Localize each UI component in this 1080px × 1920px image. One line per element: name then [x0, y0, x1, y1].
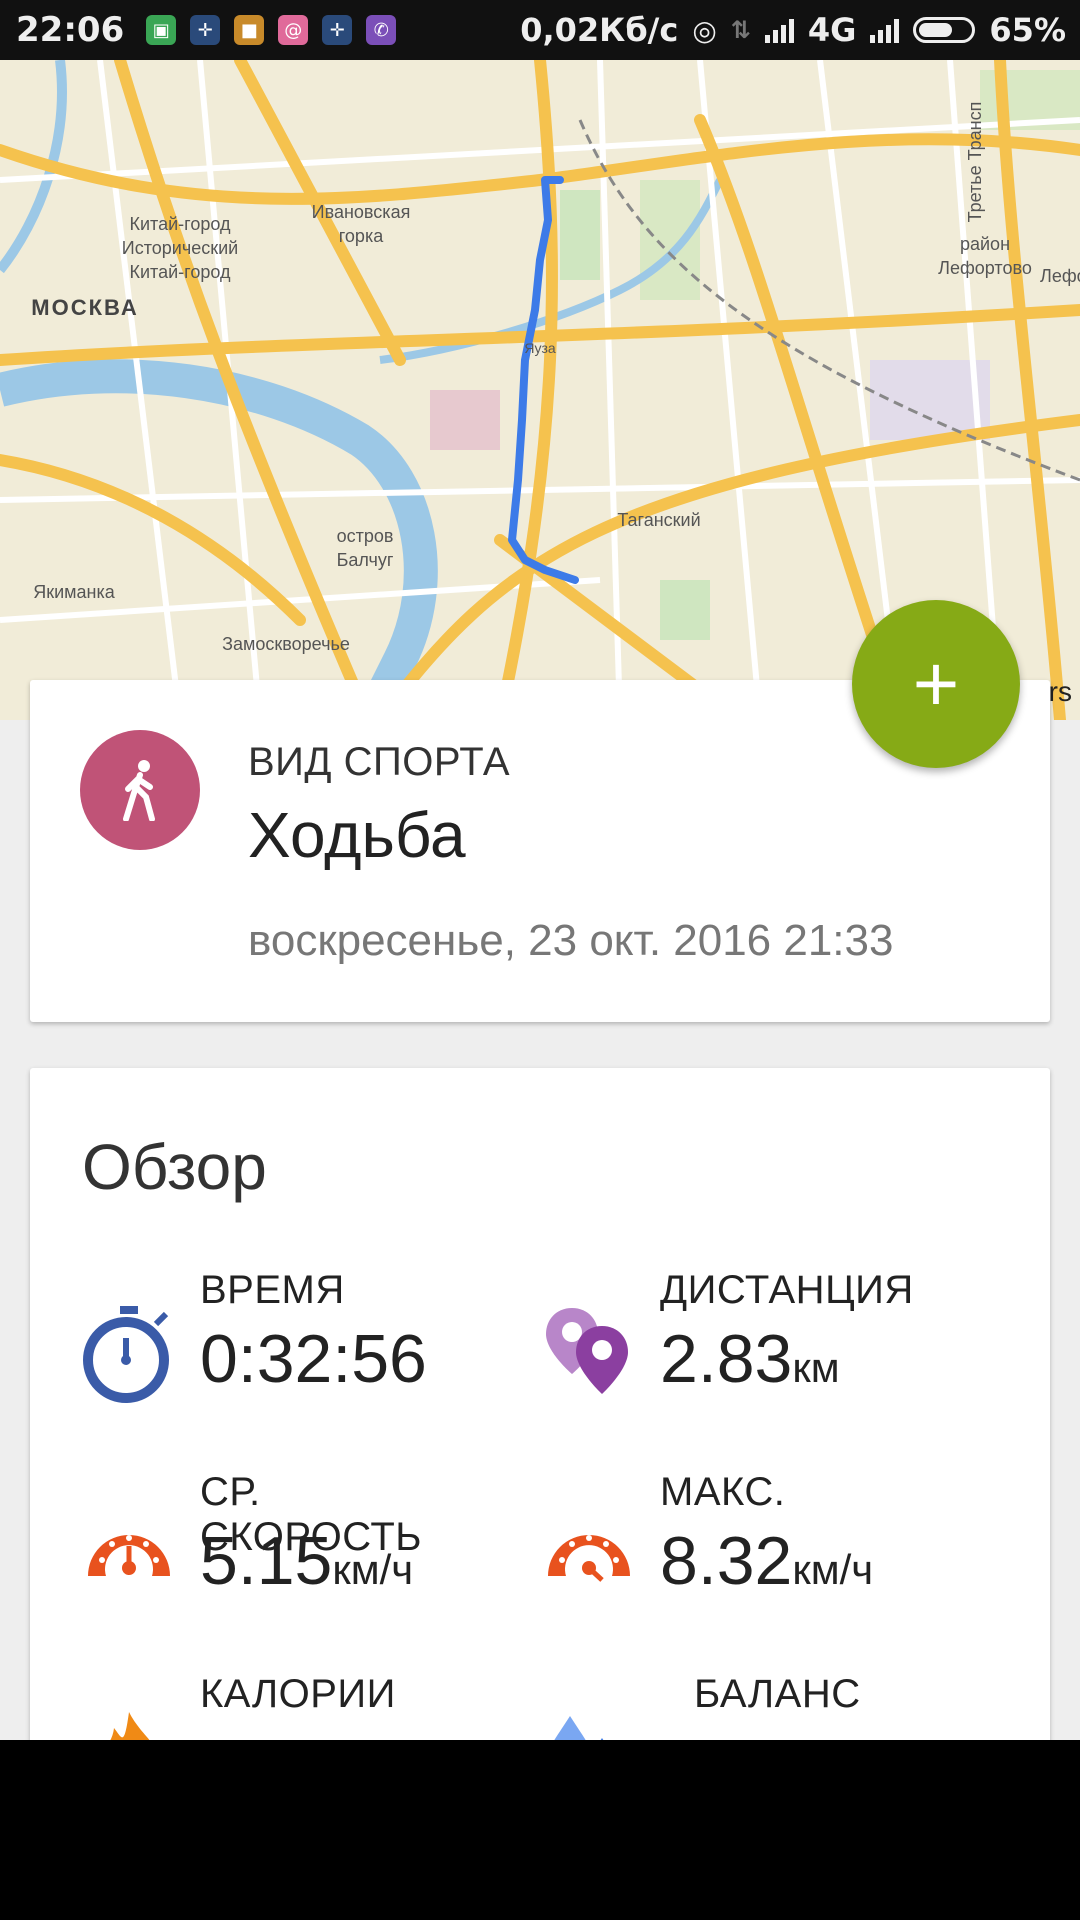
- stat-avg-speed: СР. СКОРОСТЬ 5.15км/ч: [30, 1470, 490, 1650]
- satellite-icon: ✛: [322, 15, 353, 45]
- stat-time-label: ВРЕМЯ: [200, 1268, 345, 1312]
- map-label-moskva: МОСКВА: [31, 295, 139, 320]
- stat-max-speed-label: МАКС.: [660, 1470, 786, 1514]
- speedometer-icon: [88, 1534, 170, 1576]
- signal-icon: [870, 17, 900, 43]
- notification-icons: ▣ ✛ ■ @ ✛ ✆: [146, 15, 397, 45]
- map-label-yakimanka: Якиманка: [33, 582, 115, 602]
- map-label-zamoskvorechye: Замоскворечье: [222, 634, 350, 654]
- stat-max-speed-number: 8.32: [660, 1523, 793, 1599]
- stat-balance-label: БАЛАНС: [694, 1672, 861, 1716]
- status-bar: 22:06 ▣ ✛ ■ @ ✛ ✆ 0,02Кб/с ◎ ⇅ 4G 65%: [0, 0, 1080, 60]
- stopwatch-icon: [83, 1306, 169, 1403]
- map-label-ivanovskaya: Ивановская горка: [311, 202, 411, 246]
- navigation-bar: [0, 1740, 1080, 1920]
- map-label-lefo-edge: Лефо: [1040, 266, 1080, 286]
- status-time: 22:06: [16, 10, 125, 50]
- stat-calories-label: КАЛОРИИ: [200, 1672, 396, 1716]
- app-icon: ■: [234, 15, 265, 45]
- signal-icon: [764, 17, 794, 43]
- stat-time: ВРЕМЯ 0:32:56: [30, 1268, 490, 1448]
- network-type: 4G: [807, 11, 857, 49]
- battery-percent: 65%: [989, 11, 1066, 49]
- net-speed: 0,02Кб/с: [520, 11, 679, 49]
- stat-time-value: 0:32:56: [200, 1320, 427, 1398]
- stat-time-number: 0:32:56: [200, 1321, 427, 1397]
- stat-distance-number: 2.83: [660, 1321, 793, 1397]
- stat-distance-value: 2.83км: [660, 1320, 840, 1398]
- stat-avg-speed-unit: км/ч: [332, 1546, 414, 1593]
- data-arrows-icon: ⇅: [730, 16, 751, 44]
- stat-avg-speed-value: 5.15км/ч: [200, 1522, 413, 1600]
- plus-icon: +: [912, 639, 960, 728]
- stat-distance-unit: км: [792, 1344, 840, 1391]
- hotspot-icon: ◎: [692, 13, 717, 47]
- add-button[interactable]: +: [852, 600, 1020, 768]
- map-label-taganskiy: Таганский: [617, 510, 701, 530]
- stat-max-speed-value: 8.32км/ч: [660, 1522, 873, 1600]
- sport-type-label: ВИД СПОРТА: [248, 740, 511, 784]
- sport-type-value: Ходьба: [248, 799, 466, 871]
- speedometer-icon: [548, 1534, 630, 1582]
- workout-datetime: воскресенье, 23 окт. 2016 21:33: [248, 916, 894, 965]
- walking-person-icon: [123, 760, 155, 821]
- stat-max-speed-unit: км/ч: [792, 1546, 874, 1593]
- overview-title: Обзор: [82, 1131, 267, 1203]
- lock-icon: ▣: [146, 15, 177, 45]
- map-label-kitay-gorod: Китай-город Исторический Китай-город: [121, 214, 239, 282]
- stat-max-speed: МАКС. 8.32км/ч: [490, 1470, 950, 1650]
- stat-distance-label: ДИСТАНЦИЯ: [660, 1268, 914, 1312]
- map-attribution: rs: [1048, 676, 1072, 707]
- map-label-ostrov: остров Балчуг: [336, 526, 394, 570]
- battery-icon: [913, 17, 976, 43]
- map-label-yauza: Яуза: [524, 340, 556, 356]
- stat-distance: ДИСТАНЦИЯ 2.83км: [490, 1268, 950, 1448]
- stat-avg-speed-number: 5.15: [200, 1523, 333, 1599]
- sport-avatar: [80, 730, 200, 850]
- overview-card: Обзор ВРЕМЯ 0:32:56 ДИСТАНЦИЯ 2.83км СР.…: [30, 1068, 1050, 1808]
- map-pins-icon: [546, 1308, 628, 1394]
- mail-icon: @: [278, 15, 309, 45]
- map-label-tretye: Третье Трансп: [965, 101, 985, 223]
- viber-icon: ✆: [366, 15, 397, 45]
- status-right: 0,02Кб/с ◎ ⇅ 4G 65%: [520, 0, 1066, 60]
- satellite-icon: ✛: [190, 15, 221, 45]
